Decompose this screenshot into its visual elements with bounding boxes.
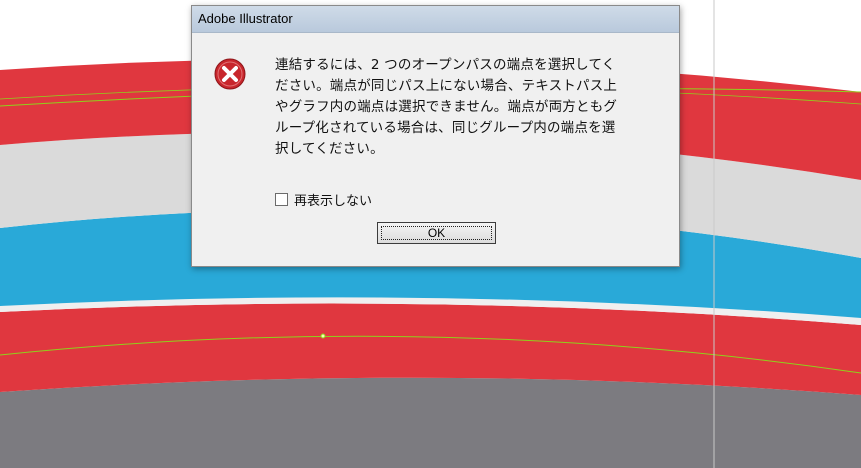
ok-button-label: OK bbox=[427, 226, 446, 240]
dont-show-again-label: 再表示しない bbox=[294, 193, 373, 209]
dialog-title: Adobe Illustrator bbox=[192, 6, 679, 33]
error-icon bbox=[214, 58, 246, 90]
error-message: 連結するには、2 つのオープンパスの端点を選択してく ださい。端点が同じパス上に… bbox=[275, 57, 618, 157]
error-dialog: Adobe Illustrator 連結するには、2 つのオープンパスの端点を選… bbox=[191, 5, 680, 267]
anchor-point[interactable] bbox=[320, 333, 326, 339]
dont-show-again-checkbox[interactable] bbox=[275, 192, 288, 206]
dont-show-again-option[interactable]: 再表示しない bbox=[275, 190, 373, 209]
ok-button[interactable]: OK bbox=[377, 222, 496, 244]
dark-gray-band bbox=[0, 377, 861, 468]
